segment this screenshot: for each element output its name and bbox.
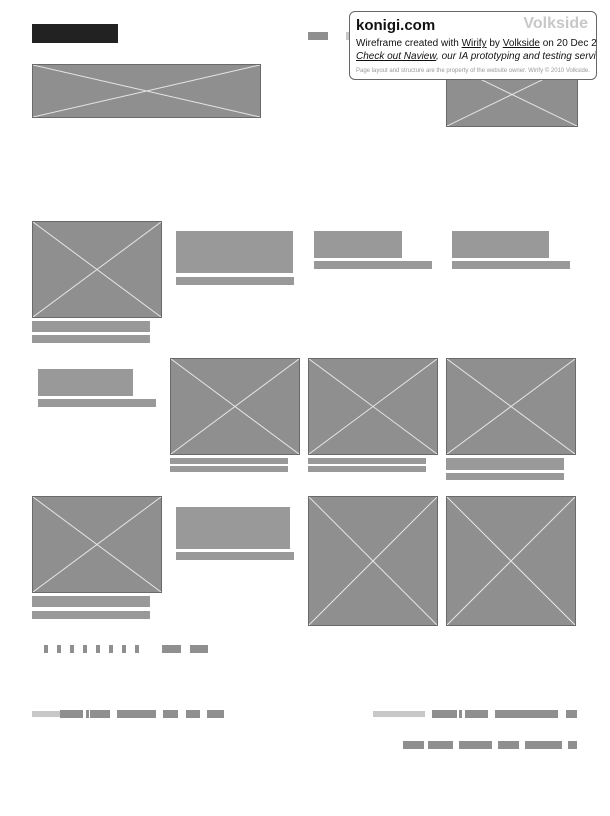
grid-caption[interactable] [32, 596, 150, 607]
grid-image-2[interactable] [170, 358, 300, 455]
logo[interactable] [32, 24, 118, 43]
credit-line: Wireframe created with Wirify by Volksid… [356, 37, 596, 50]
naview-link[interactable]: Check out Naview [356, 51, 436, 62]
grid-text-block [176, 231, 293, 273]
last-page-link[interactable] [190, 645, 208, 653]
volkside-link[interactable]: Volkside [503, 38, 540, 49]
footer-link[interactable] [428, 741, 453, 749]
grid-caption[interactable] [170, 458, 288, 464]
footer-label [32, 711, 60, 717]
page-link[interactable] [83, 645, 87, 653]
page-link[interactable] [70, 645, 74, 653]
page-link[interactable] [44, 645, 48, 653]
footer-link[interactable] [186, 710, 200, 718]
hero-banner-image[interactable] [32, 64, 261, 118]
fine-print: Page layout and structure are the proper… [356, 68, 590, 74]
footer-label [373, 711, 425, 717]
grid-image-7[interactable] [446, 496, 576, 626]
grid-caption [446, 473, 564, 480]
footer-link[interactable] [566, 710, 577, 718]
wirify-link[interactable]: Wirify [462, 38, 487, 49]
grid-caption [308, 466, 426, 472]
page-link[interactable] [57, 645, 61, 653]
footer-link[interactable] [86, 710, 89, 718]
footer-link[interactable] [117, 710, 156, 718]
promo-line: Check out Naview, our IA prototyping and… [356, 50, 596, 63]
footer-link[interactable] [459, 741, 492, 749]
footer-link[interactable] [568, 741, 577, 749]
grid-image-6[interactable] [308, 496, 438, 626]
brand-logo: Volkside [523, 15, 588, 32]
footer-link[interactable] [90, 710, 110, 718]
footer-link[interactable] [498, 741, 519, 749]
grid-caption[interactable] [176, 277, 294, 285]
grid-caption [32, 611, 150, 619]
next-page-link[interactable] [162, 645, 181, 653]
grid-caption[interactable] [308, 458, 426, 464]
footer-link[interactable] [163, 710, 178, 718]
promo-text: , our IA prototyping and testing service [436, 51, 597, 62]
grid-image-5[interactable] [32, 496, 162, 593]
grid-caption[interactable] [38, 399, 156, 407]
footer-link[interactable] [525, 741, 562, 749]
footer-link[interactable] [60, 710, 83, 718]
grid-text-block [452, 231, 549, 258]
footer-link[interactable] [432, 710, 457, 718]
page-link[interactable] [135, 645, 139, 653]
footer-link[interactable] [495, 710, 558, 718]
grid-caption[interactable] [452, 261, 570, 269]
footer-link[interactable] [207, 710, 224, 718]
grid-caption[interactable] [446, 458, 564, 470]
wirify-credit-panel: konigi.com Volkside Wireframe created wi… [349, 11, 597, 80]
credit-date-text: on 20 Dec 2010 [542, 38, 597, 49]
grid-image-3[interactable] [308, 358, 438, 455]
grid-image-4[interactable] [446, 358, 576, 455]
credit-text: Wireframe created with [356, 38, 459, 49]
grid-caption[interactable] [176, 552, 294, 560]
page-link[interactable] [122, 645, 126, 653]
grid-text-block [176, 507, 290, 549]
grid-caption[interactable] [314, 261, 432, 269]
footer-link[interactable] [403, 741, 424, 749]
footer-link[interactable] [459, 710, 462, 718]
credit-by-text: by [489, 38, 500, 49]
grid-caption[interactable] [32, 321, 150, 332]
grid-caption [170, 466, 288, 472]
footer-link[interactable] [465, 710, 488, 718]
grid-caption [32, 335, 150, 343]
grid-text-block [314, 231, 402, 258]
page-link[interactable] [96, 645, 100, 653]
top-nav-item[interactable] [308, 32, 328, 40]
grid-image-1[interactable] [32, 221, 162, 318]
page-link[interactable] [109, 645, 113, 653]
grid-text-block [38, 369, 133, 396]
